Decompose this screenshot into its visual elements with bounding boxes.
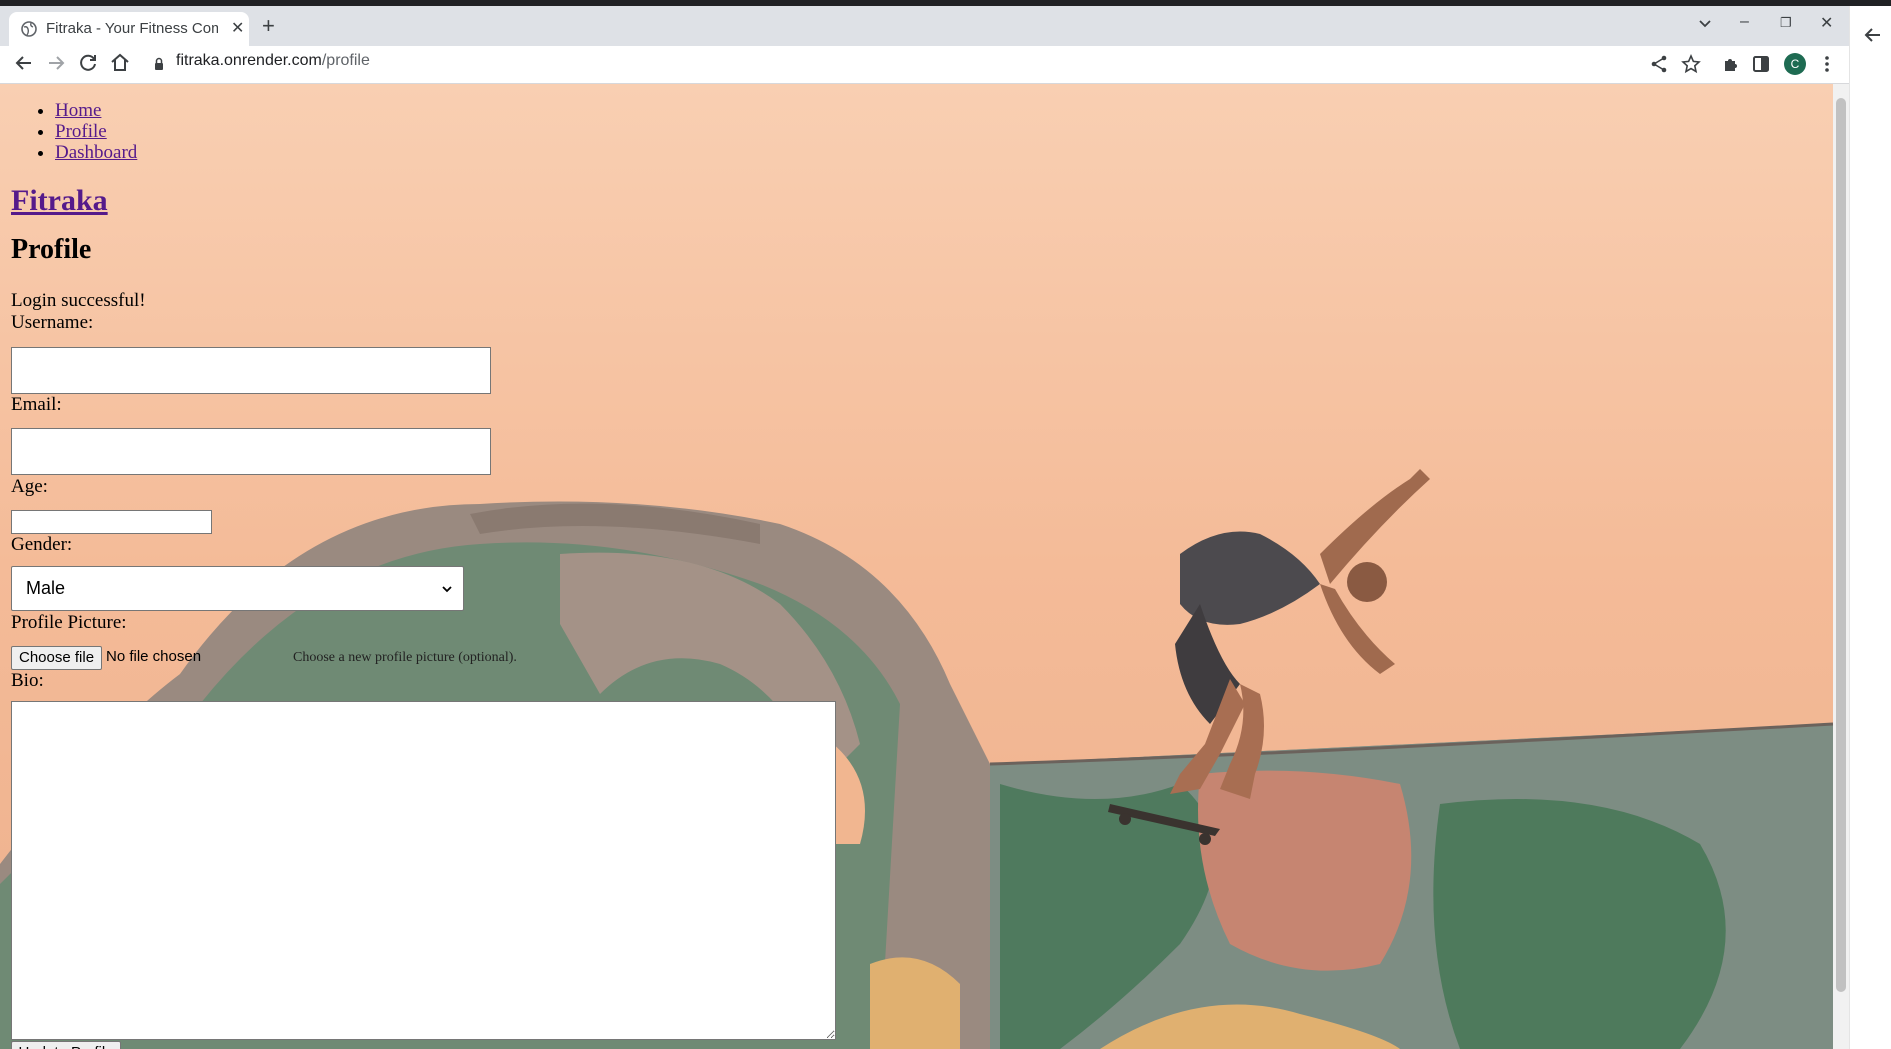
reload-icon[interactable] bbox=[76, 51, 100, 75]
age-label: Age: bbox=[11, 476, 48, 497]
bio-label: Bio: bbox=[11, 670, 44, 691]
new-tab-icon[interactable]: + bbox=[262, 13, 275, 39]
nav-link-dashboard[interactable]: Dashboard bbox=[55, 142, 137, 163]
gender-label: Gender: bbox=[11, 534, 73, 555]
gender-selected-value: Male bbox=[26, 578, 66, 598]
flash-message: Login successful! bbox=[11, 290, 146, 311]
username-label: Username: bbox=[11, 312, 94, 333]
minimize-window-icon[interactable]: – bbox=[1740, 13, 1749, 31]
url-path: /profile bbox=[321, 52, 370, 69]
page-viewport: Home Profile Dashboard Fitraka Profile L… bbox=[0, 84, 1849, 1049]
update-profile-button[interactable]: Update Profile bbox=[11, 1041, 121, 1049]
site-title-link[interactable]: Fitraka bbox=[11, 184, 108, 217]
page-scrollbar[interactable] bbox=[1833, 84, 1849, 1049]
back-arrow-icon[interactable] bbox=[12, 51, 36, 75]
extensions-puzzle-icon[interactable] bbox=[1720, 53, 1742, 75]
bio-textarea[interactable] bbox=[11, 701, 836, 1040]
email-input[interactable] bbox=[11, 428, 491, 475]
more-menu-icon[interactable] bbox=[1816, 53, 1838, 75]
globe-favicon-icon bbox=[21, 21, 37, 37]
age-input[interactable] bbox=[11, 510, 212, 534]
tab-close-icon[interactable]: ✕ bbox=[231, 18, 244, 38]
nav-item-profile: Profile bbox=[55, 121, 137, 142]
forward-arrow-icon[interactable] bbox=[44, 51, 68, 75]
profile-picture-label: Profile Picture: bbox=[11, 612, 127, 633]
chevron-down-icon bbox=[442, 586, 452, 593]
profile-picture-help-text: Choose a new profile picture (optional). bbox=[293, 650, 517, 665]
tab-title: Fitraka - Your Fitness Com bbox=[46, 20, 218, 37]
page-heading: Profile bbox=[11, 234, 92, 265]
tab-search-chevron-icon[interactable] bbox=[1698, 17, 1712, 31]
choose-file-button[interactable]: Choose file bbox=[11, 646, 103, 670]
restore-window-icon[interactable]: ❐ bbox=[1780, 15, 1792, 31]
side-panel-back-arrow-icon[interactable] bbox=[1862, 24, 1884, 46]
bookmark-star-icon[interactable] bbox=[1680, 53, 1702, 75]
file-status-text: No file chosen bbox=[106, 648, 202, 665]
close-window-icon[interactable]: ✕ bbox=[1820, 13, 1833, 33]
nav-item-home: Home bbox=[55, 100, 137, 121]
site-title: Fitraka bbox=[11, 184, 108, 218]
browser-toolbar: fitraka.onrender.com/profile C bbox=[0, 46, 1849, 84]
share-icon[interactable] bbox=[1648, 53, 1670, 75]
side-panel-icon[interactable] bbox=[1750, 53, 1772, 75]
nav-item-dashboard: Dashboard bbox=[55, 142, 137, 163]
side-panel bbox=[1849, 6, 1891, 1049]
profile-avatar[interactable]: C bbox=[1784, 53, 1806, 75]
scrollbar-thumb[interactable] bbox=[1836, 98, 1846, 992]
site-nav: Home Profile Dashboard bbox=[41, 100, 137, 163]
nav-link-home[interactable]: Home bbox=[55, 100, 101, 121]
home-icon[interactable] bbox=[108, 51, 132, 75]
email-label: Email: bbox=[11, 394, 62, 415]
lock-icon[interactable] bbox=[154, 57, 164, 71]
nav-link-profile[interactable]: Profile bbox=[55, 121, 107, 142]
url-domain: fitraka.onrender.com bbox=[176, 52, 322, 69]
tab-bar: Fitraka - Your Fitness Com ✕ + – ❐ ✕ bbox=[0, 6, 1849, 46]
username-input[interactable] bbox=[11, 347, 491, 394]
address-bar[interactable]: fitraka.onrender.com/profile bbox=[176, 52, 370, 70]
gender-select[interactable]: Male bbox=[11, 566, 464, 611]
browser-tab-active[interactable]: Fitraka - Your Fitness Com ✕ bbox=[9, 12, 249, 46]
